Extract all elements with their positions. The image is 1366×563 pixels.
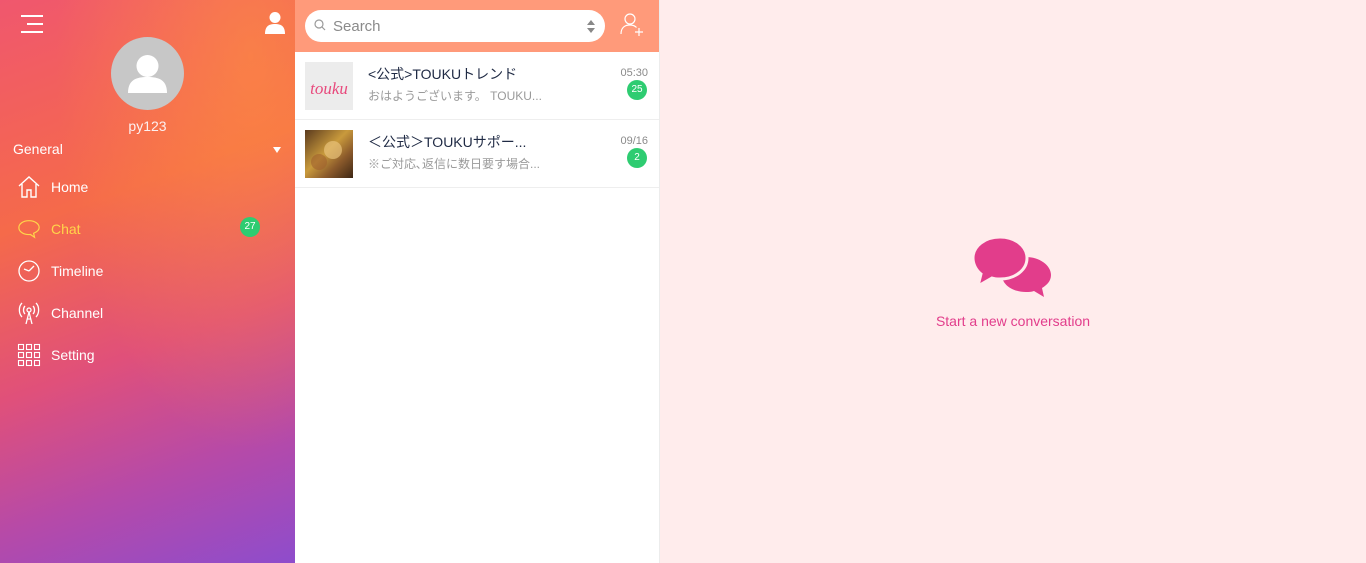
chat-list-item[interactable]: ＜公式＞TOUKUサポー... ※ご対応､返信に数日要す場合... 09/16 … — [295, 120, 659, 188]
sidebar-item-label: Home — [51, 179, 89, 195]
sidebar-item-channel[interactable]: Channel — [17, 298, 267, 328]
chat-bubble-icon — [17, 217, 41, 241]
chat-time: 09/16 — [620, 135, 648, 147]
unread-badge: 2 — [627, 148, 647, 168]
chat-list-item[interactable]: touku <公式>TOUKUトレンド おはようございます。 TOUKU... … — [295, 52, 659, 120]
sidebar-item-label: Chat — [51, 221, 81, 237]
conversation-area: Start a new conversation — [660, 0, 1366, 563]
search-icon — [314, 19, 326, 31]
conversation-bubbles-icon — [971, 235, 1054, 301]
sidebar-item-label: Timeline — [51, 263, 104, 279]
search-box — [305, 10, 605, 42]
search-input[interactable] — [333, 10, 573, 42]
chat-name: ＜公式＞TOUKUサポー... — [368, 134, 527, 150]
caret-down-icon — [273, 147, 281, 153]
sidebar: py123 General Home Chat 27 Timeline Chan… — [0, 0, 295, 563]
chat-list-header — [295, 0, 659, 52]
sidebar-item-setting[interactable]: Setting — [17, 340, 267, 370]
home-icon — [17, 175, 41, 199]
sidebar-item-label: Setting — [51, 347, 95, 363]
clock-icon — [17, 259, 41, 283]
sidebar-item-chat[interactable]: Chat — [17, 214, 267, 244]
add-user-icon[interactable] — [620, 12, 644, 36]
chat-preview: ※ご対応､返信に数日要す場合... — [368, 157, 541, 171]
chat-preview: おはようございます。 TOUKU... — [368, 89, 542, 103]
chat-unread-badge: 27 — [240, 217, 260, 237]
sidebar-item-home[interactable]: Home — [17, 172, 267, 202]
svg-text:touku: touku — [310, 79, 348, 98]
chat-time: 05:30 — [620, 67, 648, 79]
unread-badge: 25 — [627, 80, 647, 100]
sidebar-item-timeline[interactable]: Timeline — [17, 256, 267, 286]
broadcast-antenna-icon — [17, 301, 41, 325]
sort-icon[interactable] — [587, 20, 595, 33]
section-selector[interactable]: General — [13, 141, 285, 161]
empty-state-text: Start a new conversation — [935, 313, 1091, 329]
menu-icon[interactable] — [19, 13, 43, 35]
avatar[interactable] — [111, 37, 184, 110]
section-label: General — [13, 141, 63, 157]
grid-icon — [17, 343, 41, 367]
sidebar-item-label: Channel — [51, 305, 104, 321]
username: py123 — [128, 118, 167, 134]
chat-thumbnail: touku — [305, 62, 353, 110]
chat-list-panel: touku <公式>TOUKUトレンド おはようございます。 TOUKU... … — [295, 0, 660, 563]
chat-name: <公式>TOUKUトレンド — [368, 66, 518, 82]
user-icon[interactable] — [264, 11, 286, 35]
chat-thumbnail — [305, 130, 353, 178]
